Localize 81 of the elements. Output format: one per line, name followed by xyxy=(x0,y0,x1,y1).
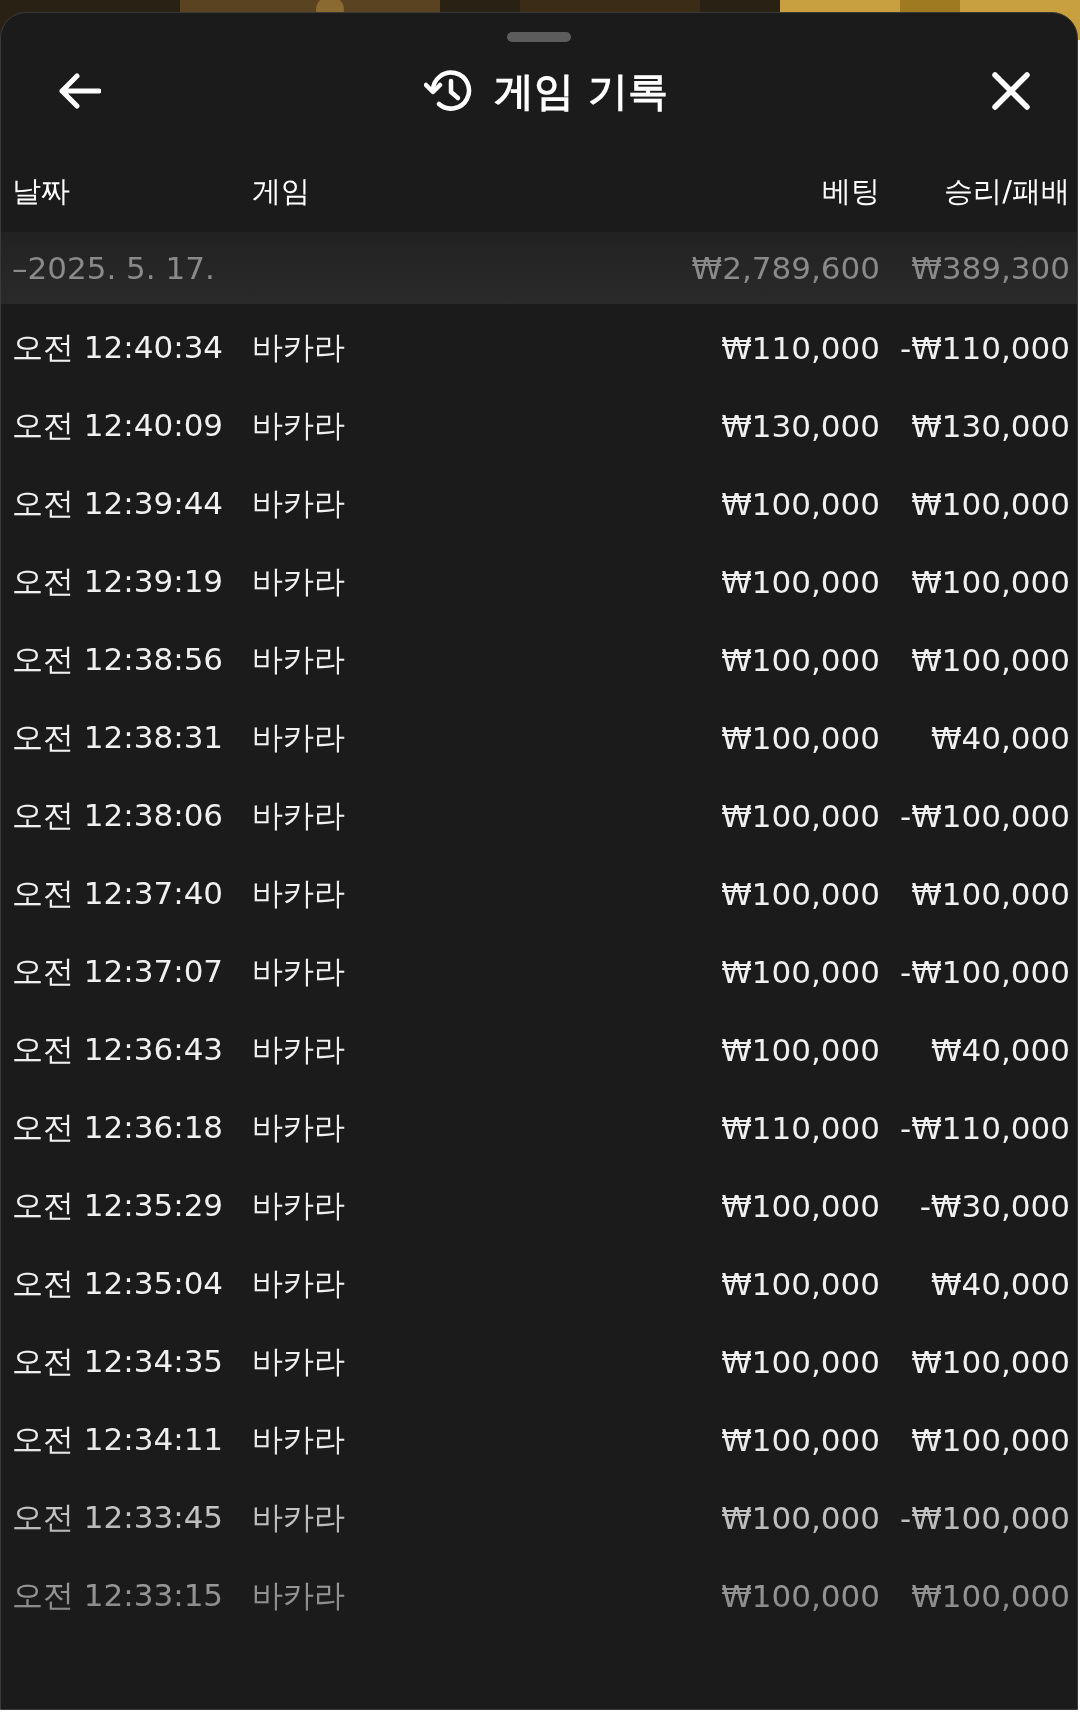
table-cell-text: ₩100,000 xyxy=(720,486,880,522)
table-cell-text: 오전 12:38:06 xyxy=(12,796,225,835)
table-cell-text: ₩40,000 xyxy=(929,720,1070,756)
table-cell-text: 오전 12:36:18 xyxy=(12,1108,225,1147)
table-cell-text: 바카라 xyxy=(252,1108,346,1147)
table-cell-text: ₩100,000 xyxy=(720,720,880,756)
table-cell-text: 오전 12:40:09 xyxy=(12,406,225,445)
table-cell-text: 바카라 xyxy=(252,328,346,367)
table-cell-text: 바카라 xyxy=(252,1342,346,1381)
table-cell-text: 바카라 xyxy=(252,484,346,523)
sheet-title: 게임 기록 xyxy=(494,66,668,116)
table-cell-text: -₩100,000 xyxy=(898,1500,1070,1536)
column-header: 게임 xyxy=(252,173,311,210)
table-cell-text: 바카라 xyxy=(252,1030,346,1069)
table-cell-text: 바카라 xyxy=(252,874,346,913)
table-cell-text: ₩100,000 xyxy=(720,876,880,912)
table-cell-text: 오전 12:35:29 xyxy=(12,1186,225,1225)
table-cell-text: -₩110,000 xyxy=(898,330,1070,366)
table-cell-text: ₩100,000 xyxy=(720,1188,880,1224)
table-cell-text: ₩100,000 xyxy=(720,1032,880,1068)
table-cell-text: ₩100,000 xyxy=(910,486,1070,522)
table-cell-text: 바카라 xyxy=(252,1420,346,1459)
date-group-label: –2025. 5. 17. xyxy=(12,250,216,286)
table-cell-text: 오전 12:38:31 xyxy=(12,718,225,757)
table-cell-text: 오전 12:37:07 xyxy=(12,952,225,991)
table-cell-text: 오전 12:34:11 xyxy=(12,1420,225,1459)
table-cell-text: 오전 12:35:04 xyxy=(12,1264,225,1303)
drag-handle[interactable] xyxy=(507,32,571,42)
table-cell-text: 바카라 xyxy=(252,1186,346,1225)
table-cell-text: -₩100,000 xyxy=(898,798,1070,834)
table-cell-text: ₩40,000 xyxy=(929,1266,1070,1302)
table-cell-text: 바카라 xyxy=(252,1576,346,1615)
table-cell-text: ₩100,000 xyxy=(720,1578,880,1614)
table-cell-text: ₩110,000 xyxy=(720,1110,880,1146)
table-cell-text: 바카라 xyxy=(252,1498,346,1537)
table-cell-text: 오전 12:39:19 xyxy=(12,562,225,601)
table-cell-text: 오전 12:33:45 xyxy=(12,1498,225,1537)
table-cell-text: ₩100,000 xyxy=(910,1344,1070,1380)
table-cell-text: 바카라 xyxy=(252,952,346,991)
total-bet: ₩2,789,600 xyxy=(690,250,880,286)
table-cell-text: ₩100,000 xyxy=(720,798,880,834)
total-result: ₩389,300 xyxy=(910,250,1070,286)
close-icon xyxy=(991,71,1031,111)
table-cell-text: 바카라 xyxy=(252,796,346,835)
column-header: 베팅 xyxy=(821,173,880,210)
table-cell-text: 오전 12:38:56 xyxy=(12,640,225,679)
date-group-row[interactable]: –2025. 5. 17. ₩2,789,600 ₩389,300 xyxy=(1,232,1077,304)
table-cell-text: ₩100,000 xyxy=(910,564,1070,600)
table-cell-text: 오전 12:36:43 xyxy=(12,1030,225,1069)
table-cell-text: ₩100,000 xyxy=(720,954,880,990)
table-cell-text: 오전 12:34:35 xyxy=(12,1342,225,1381)
table-cell-text: ₩100,000 xyxy=(720,1266,880,1302)
column-header: 승리/패배 xyxy=(943,173,1070,210)
table-cell-text: 바카라 xyxy=(252,562,346,601)
table-cell-text: 오전 12:37:40 xyxy=(12,874,225,913)
table-cell-text: ₩100,000 xyxy=(720,1344,880,1380)
table-cell-text: -₩30,000 xyxy=(918,1188,1070,1224)
history-icon xyxy=(424,69,473,113)
table-cell-text: 오전 12:40:34 xyxy=(12,328,225,367)
table-cell-text: 바카라 xyxy=(252,718,346,757)
table-cell-text: -₩110,000 xyxy=(898,1110,1070,1146)
table-cell-text: 바카라 xyxy=(252,640,346,679)
column-header: 날짜 xyxy=(12,173,71,210)
table-cell-text: ₩100,000 xyxy=(720,1422,880,1458)
table-cell-text: ₩100,000 xyxy=(910,876,1070,912)
table-cell-text: ₩40,000 xyxy=(929,1032,1070,1068)
table-cell-text: ₩130,000 xyxy=(720,408,880,444)
table-cell-text: 바카라 xyxy=(252,1264,346,1303)
table-cell-text: ₩110,000 xyxy=(720,330,880,366)
back-arrow-icon xyxy=(57,73,101,109)
table-cell-text: -₩100,000 xyxy=(898,954,1070,990)
table-cell-text: ₩100,000 xyxy=(720,564,880,600)
table-cell-text: ₩100,000 xyxy=(720,1500,880,1536)
table-cell-text: ₩100,000 xyxy=(910,642,1070,678)
table-cell-text: ₩100,000 xyxy=(720,642,880,678)
table-cell-text: ₩130,000 xyxy=(910,408,1070,444)
table-cell-text: 오전 12:39:44 xyxy=(12,484,225,523)
table-cell-text: ₩100,000 xyxy=(910,1578,1070,1614)
table-cell-text: 바카라 xyxy=(252,406,346,445)
table-cell-text: 오전 12:33:15 xyxy=(12,1576,225,1615)
table-cell-text: ₩100,000 xyxy=(910,1422,1070,1458)
